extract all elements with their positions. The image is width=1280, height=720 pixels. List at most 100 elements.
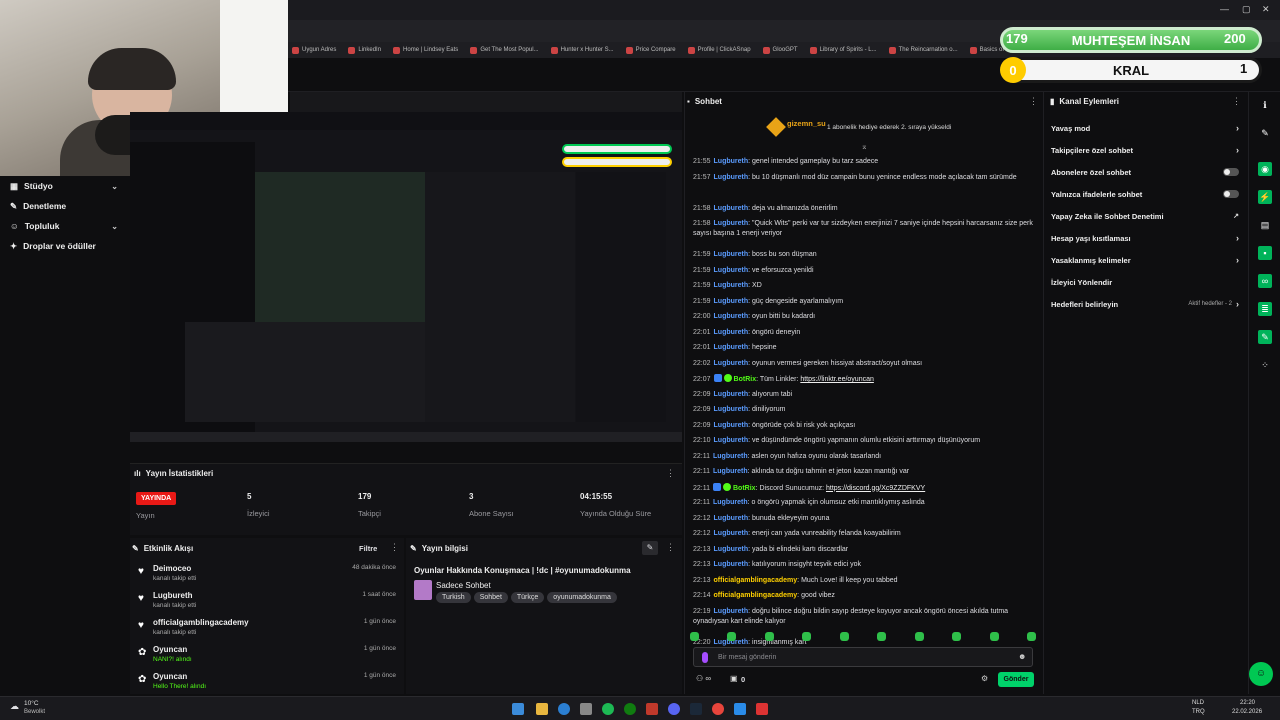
more-icon[interactable]: ⋮ [666,542,675,553]
bookmark-item[interactable]: Library of Spirits - L... [809,46,877,54]
sidebar-item-community[interactable]: ☺ Topluluk ⌄ [0,216,130,236]
close-icon[interactable]: ✕ [1262,4,1270,15]
bookmark-item[interactable]: Profile | ClickASnap [687,46,751,54]
collapse-icon[interactable]: ⌅ [861,142,868,151]
message-user[interactable]: Lugbureth [714,344,749,351]
message-user[interactable]: Lugbureth [714,391,749,398]
emote-icon[interactable] [952,631,962,641]
tag-chip[interactable]: Türkçe [510,592,545,603]
lang-indicator-2[interactable]: TRQ [1192,709,1205,715]
clock-date[interactable]: 22.02.2026 [1232,709,1262,715]
message-user[interactable]: Lugbureth [714,515,749,522]
activity-item[interactable]: ✿ Oyuncan Hello There! alındı 1 gün önce [138,672,396,698]
message-user[interactable]: officialgamblingacademy [714,592,798,599]
mod-action-item[interactable]: İzleyici Yönlendir [1051,274,1239,290]
sidebar-item-studio[interactable]: ▦ Stüdyo ⌄ [0,176,130,196]
mod-action-item[interactable]: Hedefleri belirleyin Aktif hedefler - 2 › [1051,296,1239,312]
message-user[interactable]: Lugbureth [713,499,748,506]
message-user[interactable]: Lugbureth [714,406,749,413]
mod-action-item[interactable]: Yalnızca ifadelerle sohbet [1051,186,1239,202]
emote-icon[interactable] [802,631,812,641]
message-user[interactable]: Lugbureth [714,437,749,444]
app-icon[interactable] [580,703,592,715]
app-icon[interactable] [756,703,768,715]
bookmark-item[interactable]: GlooGPT [762,46,798,54]
stream-preview[interactable] [130,112,682,442]
bookmark-item[interactable]: Price Compare [625,46,676,54]
message-user[interactable]: Lugbureth [714,205,749,212]
edge-icon[interactable] [558,703,570,715]
preview-icon[interactable]: ◉ [1258,162,1272,176]
stack-icon[interactable]: ≣ [1258,302,1272,316]
message-user[interactable]: Lugbureth [714,422,749,429]
points-icon[interactable]: ▣ [730,674,738,683]
chrome-icon[interactable] [712,703,724,715]
link-icon[interactable]: ∞ [1258,274,1272,288]
emote-icon[interactable] [764,631,774,641]
emote-icon[interactable] [839,631,849,641]
message-user[interactable]: Lugbureth [714,158,749,165]
more-icon[interactable]: ⋮ [1029,96,1038,107]
bookmark-item[interactable]: The Reincarnation o... [888,46,958,54]
app-icon[interactable] [734,703,746,715]
activity-item[interactable]: ✿ Oyuncan NANI?! alındı 1 gün önce [138,645,396,671]
bolt-icon[interactable]: ⚡ [1258,190,1272,204]
message-user[interactable]: Lugbureth [714,267,749,274]
pinned-user[interactable]: gizemn_su [787,119,826,128]
message-user[interactable]: Lugbureth [714,313,749,320]
chat-rail-icon[interactable]: ▪ [1258,246,1272,260]
minimize-icon[interactable]: — [1220,4,1229,14]
message-user[interactable]: Lugbureth [714,561,749,568]
sidebar-item-moderation[interactable]: ✎ Denetleme [0,196,130,216]
chat-input[interactable]: Bir mesaj gönderin ☻ [693,647,1033,667]
message-link[interactable]: https://linktr.ee/oyuncan [800,376,874,383]
emote-icon[interactable] [690,631,699,641]
users-icon[interactable]: ⚇ ∞ [696,674,711,683]
message-user[interactable]: Lugbureth [714,546,749,553]
send-button[interactable]: Gönder [998,672,1034,687]
emote-icon[interactable] [877,631,887,641]
document-icon[interactable]: ▤ [1258,218,1272,232]
mod-action-item[interactable]: Yavaş mod › [1051,120,1239,136]
activity-item[interactable]: ♥ officialgamblingacademy kanalı takip ett… [138,618,396,644]
message-user[interactable]: Lugbureth [713,453,748,460]
info-icon[interactable]: ℹ [1258,98,1272,112]
edit-icon[interactable]: ✎ [642,541,658,555]
message-user[interactable]: Lugbureth [714,282,749,289]
activity-item[interactable]: ♥ Deimoceo kanalı takip etti 48 dakika önce [138,564,396,590]
message-user[interactable]: Lugbureth [714,530,749,537]
apps-icon[interactable]: ⁘ [1258,358,1272,372]
bookmark-item[interactable]: LinkedIn [348,46,381,54]
bookmark-item[interactable]: Get The Most Popul... [470,46,539,54]
message-user[interactable]: BotRix [733,485,756,492]
mod-action-item[interactable]: Hesap yaşı kısıtlaması › [1051,230,1239,246]
activity-item[interactable]: ♥ Lugbureth kanalı takip etti 1 saat önce [138,591,396,617]
toggle-switch[interactable] [1223,168,1239,176]
wrench-icon[interactable]: ✎ [1258,330,1272,344]
bookmark-item[interactable]: Hunter x Hunter S... [550,46,614,54]
message-user[interactable]: Lugbureth [714,608,749,615]
windows-start-icon[interactable] [512,703,524,715]
emote-icon[interactable] [1026,631,1036,641]
message-user[interactable]: officialgamblingacademy [714,577,798,584]
mod-action-item[interactable]: Abonelere özel sohbet [1051,164,1239,180]
more-icon[interactable]: ⋮ [390,542,399,553]
message-user[interactable]: Lugbureth [714,220,749,227]
more-icon[interactable]: ⋮ [666,468,675,479]
settings-icon[interactable]: ⚙ [981,674,988,683]
message-user[interactable]: Lugbureth [714,360,749,367]
tag-chip[interactable]: Turkish [436,592,471,603]
message-user[interactable]: Lugbureth [714,298,749,305]
message-user[interactable]: BotRix [734,376,757,383]
mod-action-item[interactable]: Takipçilere özel sohbet › [1051,142,1239,158]
message-user[interactable]: Lugbureth [714,251,749,258]
bookmark-item[interactable]: Uygun Adres [292,46,336,54]
emoji-icon[interactable]: ☻ [1018,652,1026,661]
mod-action-item[interactable]: Yasaklanmış kelimeler › [1051,252,1239,268]
tag-chip[interactable]: oyunumadokunma [547,592,617,603]
spotify-icon[interactable] [602,703,614,715]
sidebar-item-drops[interactable]: ✦ Droplar ve ödüller [0,236,130,256]
edit-icon[interactable]: ✎ [1258,126,1272,140]
message-user[interactable]: Lugbureth [713,468,748,475]
tag-chip[interactable]: Sohbet [473,592,508,603]
